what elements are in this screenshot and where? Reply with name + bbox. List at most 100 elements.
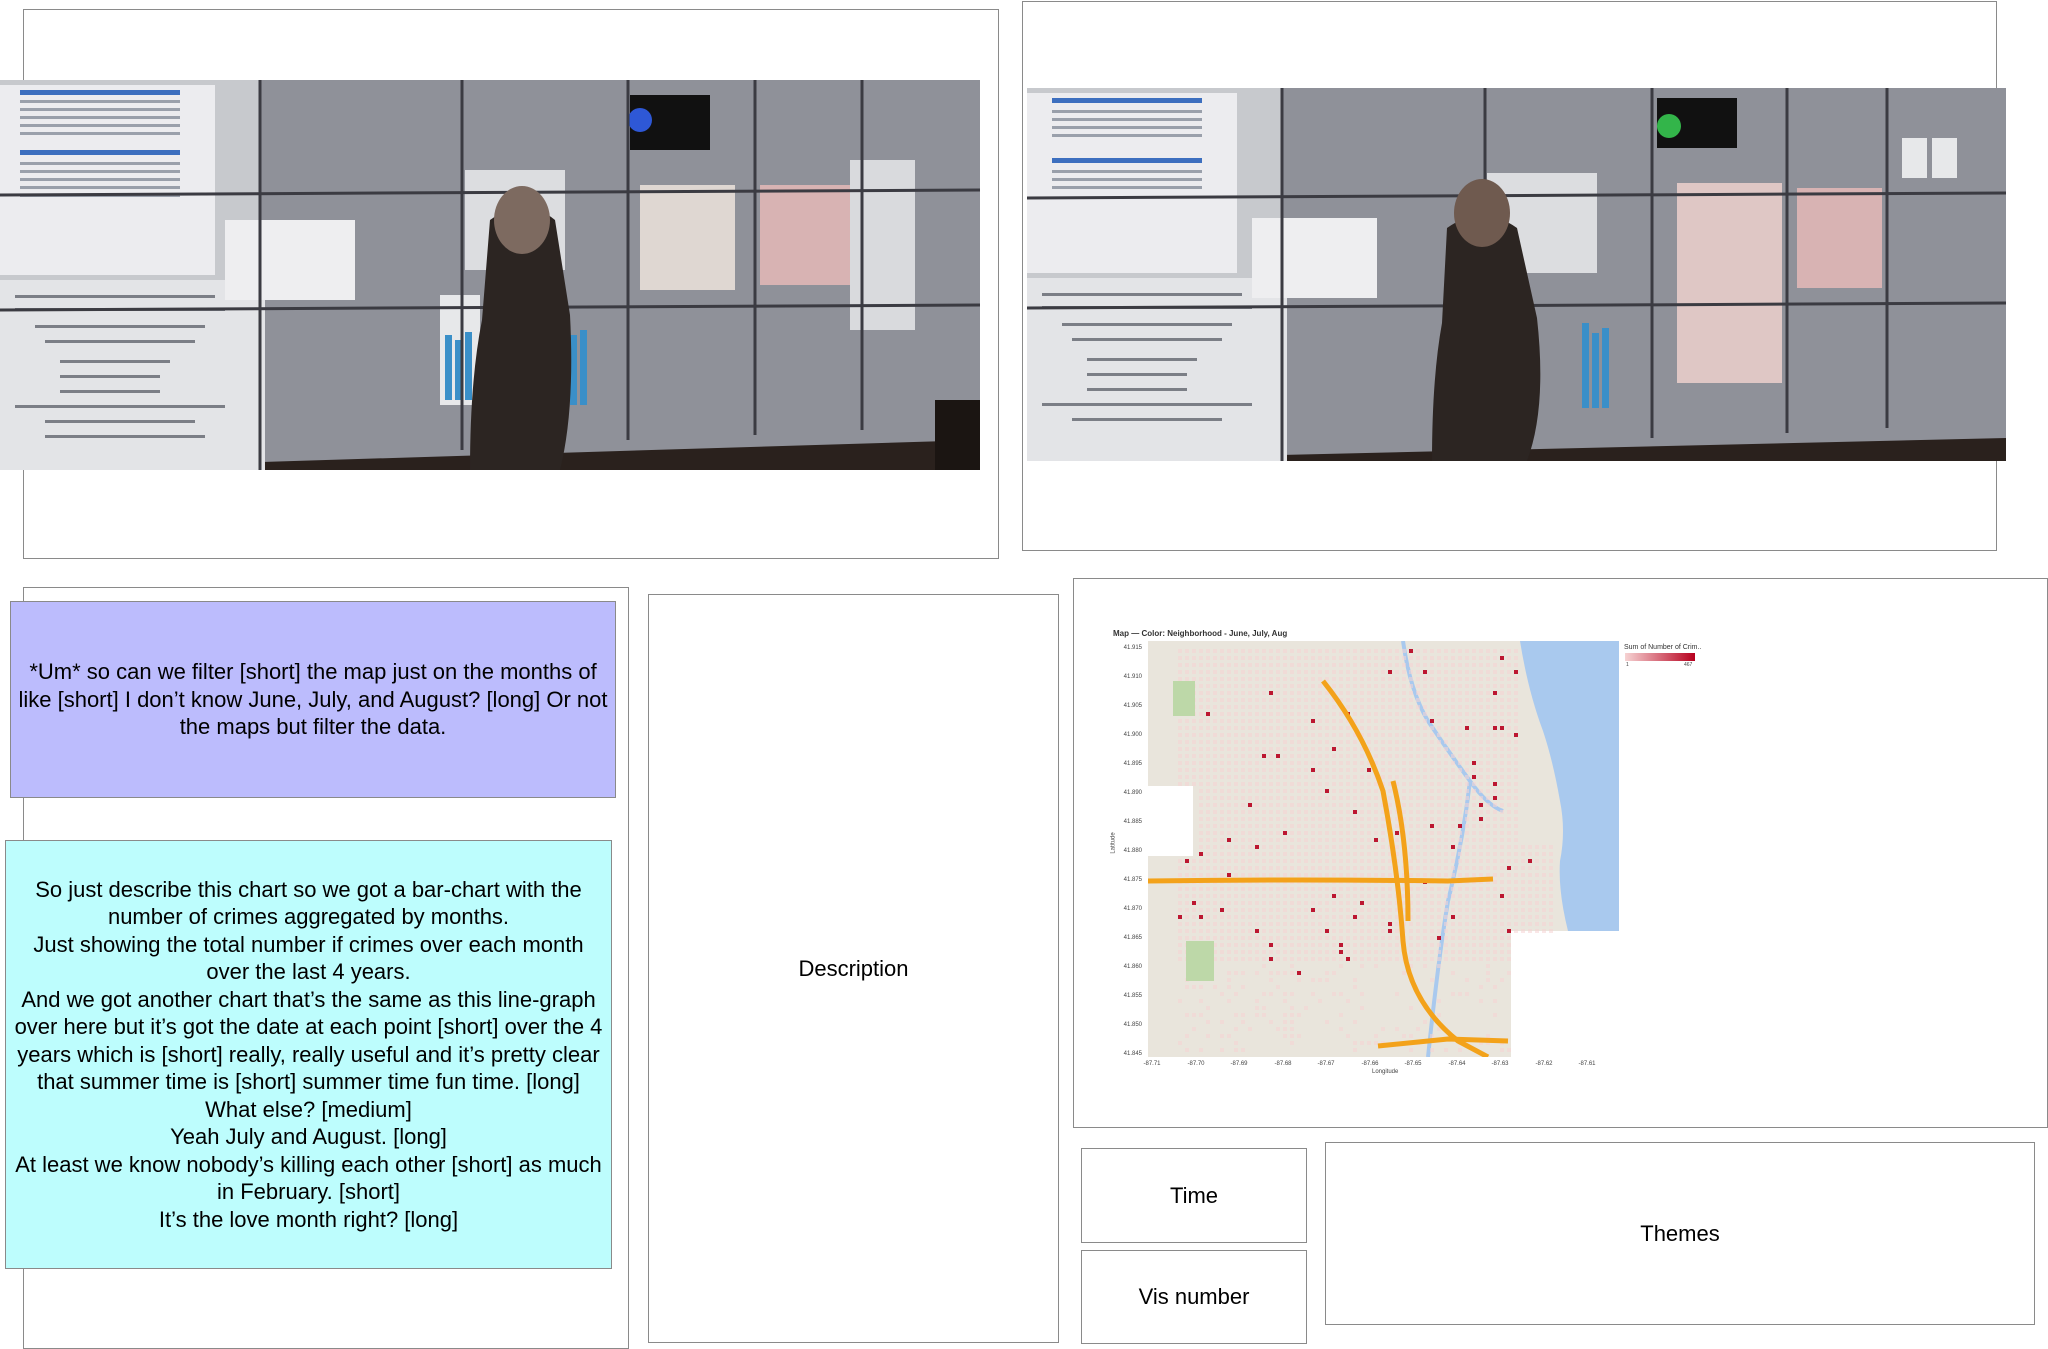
crime-dot: [1500, 915, 1504, 919]
crime-dot: [1367, 936, 1371, 940]
crime-dot: [1227, 726, 1231, 730]
crime-dot: [1465, 831, 1469, 835]
crime-dot: [1479, 656, 1483, 660]
crime-dot: [1430, 649, 1434, 653]
crime-dot: [1234, 1013, 1238, 1017]
crime-dot: [1416, 649, 1420, 653]
crime-dot: [1402, 754, 1406, 758]
crime-dot: [1437, 831, 1441, 835]
crime-dot: [1262, 726, 1266, 730]
crime-dot: [1542, 922, 1546, 926]
crime-dot: [1248, 950, 1252, 954]
crime-dot: [1472, 901, 1476, 905]
crime-dot: [1206, 726, 1210, 730]
crime-dot: [1304, 740, 1308, 744]
crime-dot: [1437, 964, 1441, 968]
crime-dot: [1290, 691, 1294, 695]
crime-dot: [1458, 929, 1462, 933]
crime-dot: [1185, 747, 1189, 751]
crime-dot: [1402, 740, 1406, 744]
crime-dot: [1304, 866, 1308, 870]
crime-dot: [1514, 782, 1518, 786]
crime-dot: [1318, 831, 1322, 835]
crime-dot: [1507, 957, 1511, 961]
crime-dot: [1220, 1048, 1224, 1052]
crime-dot: [1234, 971, 1238, 975]
map-x-axis-label: Longitude: [1372, 1069, 1399, 1075]
crime-dot: [1227, 831, 1231, 835]
crime-dot: [1479, 726, 1483, 730]
crime-dot: [1304, 782, 1308, 786]
crime-dot: [1437, 747, 1441, 751]
crime-dot: [1444, 908, 1448, 912]
crime-dot: [1290, 705, 1294, 709]
crime-dot: [1241, 908, 1245, 912]
crime-dot: [1283, 992, 1287, 996]
crime-dot: [1514, 824, 1518, 828]
crime-dot: [1402, 971, 1406, 975]
crime-dot: [1297, 915, 1301, 919]
crime-dot: [1269, 670, 1273, 674]
crime-dot: [1444, 831, 1448, 835]
crime-dot: [1192, 887, 1196, 891]
crime-dot: [1332, 852, 1336, 856]
crime-dot: [1360, 691, 1364, 695]
crime-dot: [1311, 677, 1315, 681]
crime-dot: [1416, 712, 1420, 716]
crime-dot: [1276, 768, 1280, 772]
crime-dot: [1248, 957, 1252, 961]
crime-dot: [1451, 761, 1455, 765]
crime-dot: [1486, 761, 1490, 765]
crime-dot: [1241, 845, 1245, 849]
crime-dot: [1360, 887, 1364, 891]
crime-dot: [1423, 761, 1427, 765]
crime-dot: [1332, 803, 1336, 807]
crime-dot: [1381, 775, 1385, 779]
crime-dot: [1416, 698, 1420, 702]
crime-dot: [1381, 719, 1385, 723]
crime-dot: [1500, 838, 1504, 842]
crime-dot: [1346, 726, 1350, 730]
crime-dot: [1465, 719, 1469, 723]
crime-map[interactable]: [1148, 641, 1619, 1057]
crime-dot: [1409, 740, 1413, 744]
crime-dot: [1472, 789, 1476, 793]
crime-dot: [1451, 859, 1455, 863]
crime-dot: [1269, 775, 1273, 779]
crime-dot: [1339, 775, 1343, 779]
crime-dot: [1500, 789, 1504, 793]
crime-dot: [1311, 838, 1315, 842]
crime-dot: [1269, 957, 1273, 961]
crime-dot: [1374, 691, 1378, 695]
crime-dot: [1374, 810, 1378, 814]
crime-dot: [1416, 796, 1420, 800]
crime-dot: [1493, 908, 1497, 912]
crime-dot: [1304, 894, 1308, 898]
crime-dot: [1381, 684, 1385, 688]
crime-dot: [1486, 768, 1490, 772]
crime-dot: [1493, 691, 1497, 695]
crime-dot: [1507, 754, 1511, 758]
crime-dot: [1416, 663, 1420, 667]
transcript-line: At least we know nobody’s killing each o…: [15, 1151, 602, 1205]
crime-dot: [1283, 768, 1287, 772]
crime-dot: [1500, 663, 1504, 667]
crime-dot: [1458, 950, 1462, 954]
crime-dot: [1332, 873, 1336, 877]
crime-dot: [1290, 789, 1294, 793]
crime-dot: [1388, 649, 1392, 653]
crime-dot: [1486, 705, 1490, 709]
crime-dot: [1402, 775, 1406, 779]
crime-dot: [1255, 747, 1259, 751]
crime-dot: [1458, 663, 1462, 667]
crime-dot: [1479, 817, 1483, 821]
crime-dot: [1213, 740, 1217, 744]
crime-dot: [1388, 719, 1392, 723]
crime-dot: [1262, 1013, 1266, 1017]
crime-dot: [1486, 684, 1490, 688]
crime-dot: [1360, 670, 1364, 674]
crime-dot: [1234, 936, 1238, 940]
crime-dot: [1206, 698, 1210, 702]
crime-dot: [1304, 796, 1308, 800]
transcript-line: It’s the love month right? [long]: [158, 1206, 459, 1232]
